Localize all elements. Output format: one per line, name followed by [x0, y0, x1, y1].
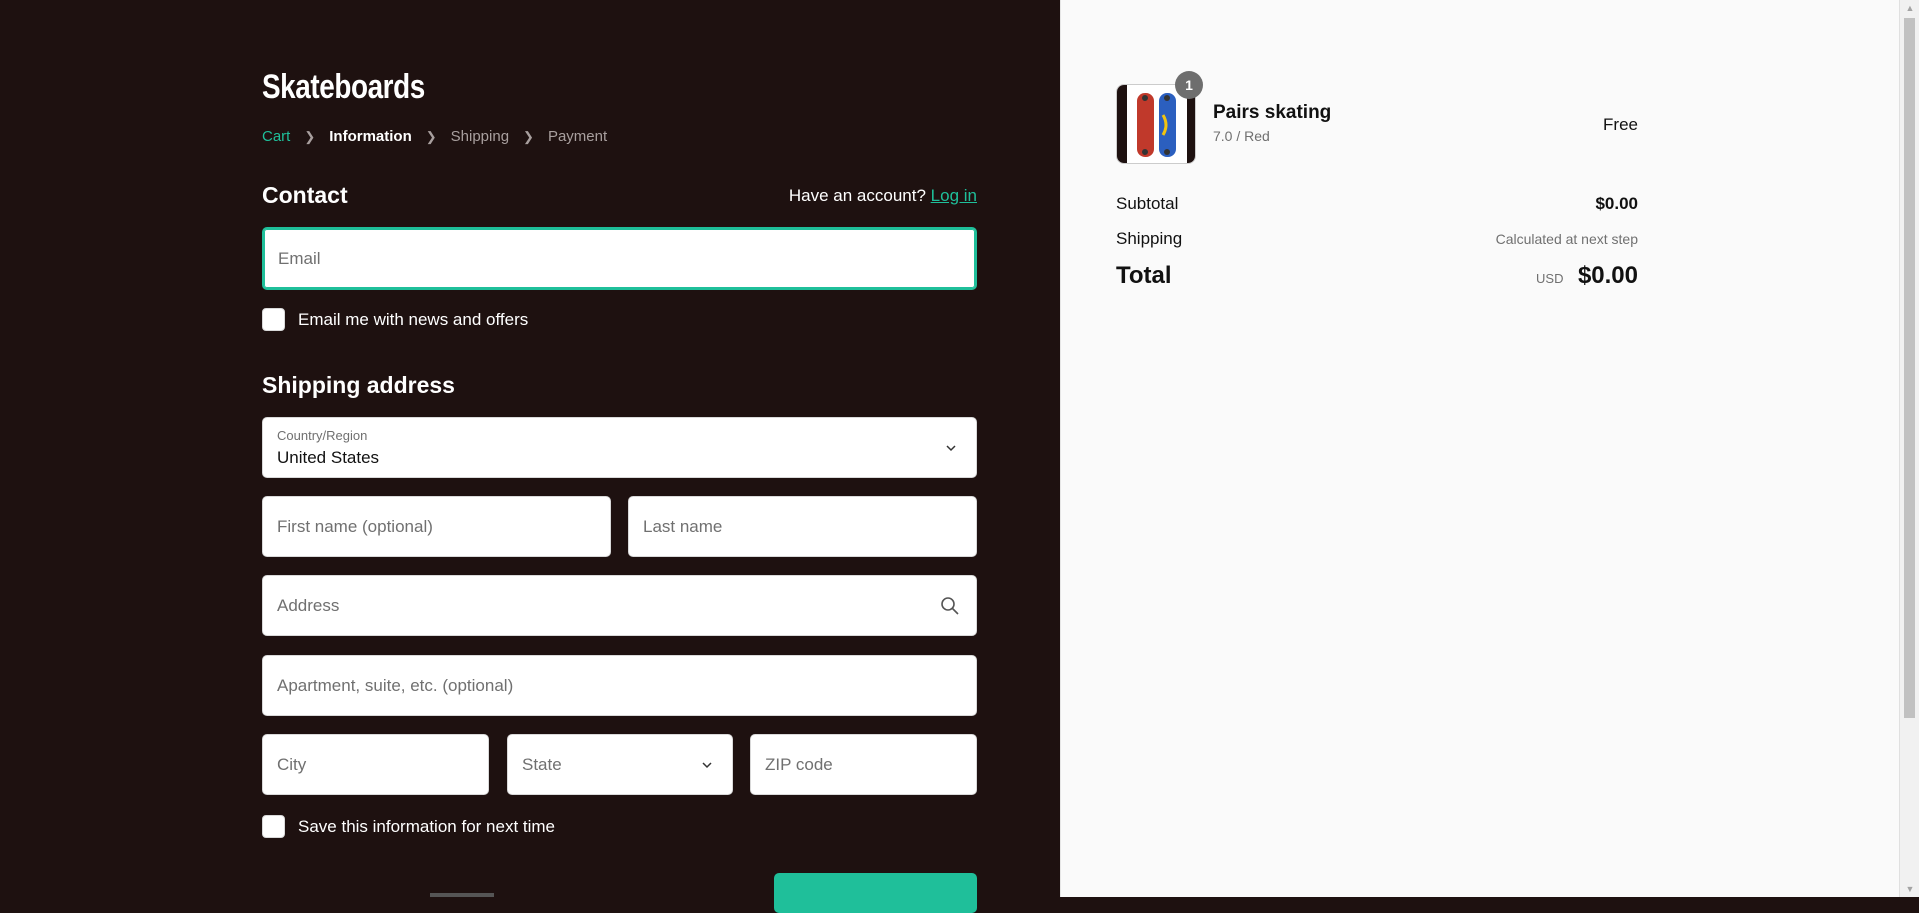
- address-placeholder: Address: [277, 595, 340, 615]
- shipping-address-heading: Shipping address: [262, 372, 455, 398]
- shipping-label: Shipping: [1116, 229, 1183, 248]
- have-account-text: Have an account? Log in: [789, 186, 977, 206]
- breadcrumb-shipping: Shipping: [450, 128, 510, 145]
- subtotal-row: Subtotal $0.00: [1116, 194, 1638, 214]
- continue-to-shipping-button[interactable]: [774, 873, 977, 913]
- apartment-input[interactable]: Apartment, suite, etc. (optional): [262, 655, 977, 716]
- breadcrumb-cart[interactable]: Cart: [262, 128, 290, 145]
- last-name-placeholder: Last name: [643, 516, 723, 536]
- save-info-checkbox-row[interactable]: Save this information for next time: [262, 815, 555, 838]
- email-input[interactable]: Email: [262, 227, 977, 290]
- chevron-right-icon: ❯: [523, 128, 534, 144]
- breadcrumb-payment: Payment: [547, 128, 608, 145]
- first-name-input[interactable]: First name (optional): [262, 496, 611, 557]
- total-label: Total: [1116, 262, 1172, 289]
- zip-input[interactable]: ZIP code: [750, 734, 977, 795]
- subtotal-label: Subtotal: [1116, 194, 1179, 213]
- total-row: Total USD $0.00: [1116, 262, 1638, 290]
- city-input[interactable]: City: [262, 734, 489, 795]
- save-info-checkbox[interactable]: [262, 815, 285, 838]
- product-variant: 7.0 / Red: [1213, 128, 1270, 144]
- quantity-badge: 1: [1175, 71, 1203, 99]
- chevron-right-icon: ❯: [425, 128, 437, 144]
- state-placeholder: State: [522, 754, 562, 774]
- shipping-value: Calculated at next step: [1495, 231, 1638, 247]
- total-currency: USD: [1536, 271, 1564, 286]
- page-scrollbar[interactable]: ▲ ▼: [1899, 0, 1919, 897]
- scrollbar-thumb[interactable]: [1904, 18, 1915, 718]
- news-checkbox-label: Email me with news and offers: [298, 309, 529, 329]
- have-account-label: Have an account?: [788, 186, 926, 205]
- country-select-value: United States: [277, 448, 380, 467]
- product-name: Pairs skating: [1213, 102, 1332, 123]
- store-title[interactable]: Skateboards: [262, 68, 425, 107]
- bottom-scroll-indicator: [430, 893, 494, 897]
- contact-heading: Contact: [262, 182, 348, 208]
- chevron-right-icon: ❯: [304, 128, 316, 144]
- last-name-input[interactable]: Last name: [628, 496, 977, 557]
- breadcrumb-information: Information: [329, 128, 412, 145]
- country-select[interactable]: Country/Region United States: [262, 417, 977, 478]
- news-checkbox[interactable]: [262, 308, 285, 331]
- country-select-label: Country/Region: [277, 428, 368, 443]
- zip-placeholder: ZIP code: [765, 754, 833, 774]
- first-name-placeholder: First name (optional): [277, 516, 433, 536]
- apartment-placeholder: Apartment, suite, etc. (optional): [277, 675, 514, 695]
- state-select[interactable]: State: [507, 734, 733, 795]
- login-link[interactable]: Log in: [931, 186, 977, 205]
- product-price: Free: [1603, 115, 1638, 134]
- email-placeholder: Email: [278, 248, 321, 268]
- news-checkbox-row[interactable]: Email me with news and offers: [262, 308, 528, 331]
- save-info-checkbox-label: Save this information for next time: [298, 816, 556, 836]
- chevron-down-icon: [702, 761, 712, 768]
- address-input[interactable]: Address: [262, 575, 977, 636]
- shipping-row: Shipping Calculated at next step: [1116, 229, 1638, 249]
- scroll-up-icon[interactable]: ▲: [1900, 0, 1919, 16]
- total-value: $0.00: [1577, 262, 1638, 289]
- chevron-down-icon: [946, 444, 956, 451]
- city-placeholder: City: [277, 754, 307, 774]
- subtotal-value: $0.00: [1595, 194, 1638, 213]
- search-icon[interactable]: [940, 596, 960, 616]
- scroll-down-icon[interactable]: ▼: [1900, 881, 1919, 897]
- breadcrumb: Cart ❯ Information ❯ Shipping ❯ Payment: [262, 128, 607, 145]
- checkout-main: Skateboards Cart ❯ Information ❯ Shippin…: [0, 0, 1060, 913]
